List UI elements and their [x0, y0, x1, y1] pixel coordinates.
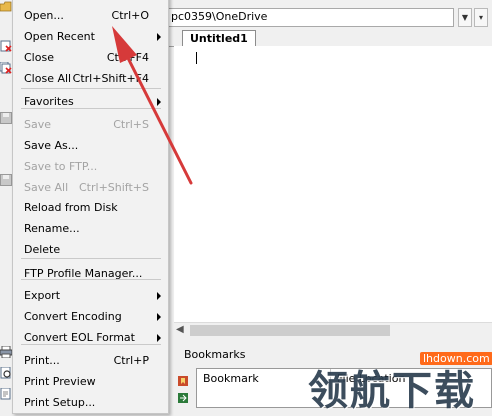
menu-item-label: Save All: [24, 181, 69, 194]
menu-item-favorites[interactable]: Favorites: [13, 93, 168, 112]
menu-item-label: Rename...: [24, 222, 80, 235]
menu-item-convert-eol-format[interactable]: Convert EOL Format: [13, 329, 168, 348]
scrollbar-thumb[interactable]: [190, 325, 390, 336]
watermark: 领航下载 lhdown.com: [306, 352, 492, 414]
menu-item-rename[interactable]: Rename...: [13, 220, 168, 239]
menu-item-label: Delete: [24, 243, 61, 256]
watermark-text: 领航下载: [308, 368, 476, 414]
path-input[interactable]: pc0359\OneDrive: [166, 8, 454, 27]
open-folder-icon[interactable]: [0, 0, 12, 12]
close-all-icon[interactable]: [0, 62, 12, 74]
menu-item-save-as[interactable]: Save As...: [13, 137, 168, 156]
print-setup-icon[interactable]: [0, 388, 12, 400]
menu-item-ftp-profile-manager[interactable]: FTP Profile Manager...: [13, 265, 168, 284]
watermark-url: lhdown.com: [420, 352, 492, 365]
horizontal-scrollbar[interactable]: ◀: [174, 322, 492, 339]
menu-item-label: Print Setup...: [24, 396, 96, 409]
scroll-left-icon[interactable]: ◀: [176, 324, 184, 335]
menu-item-label: Favorites: [24, 95, 74, 108]
submenu-arrow-icon: [157, 334, 161, 342]
menu-item-shortcut: Ctrl+O: [111, 9, 149, 22]
save-all-icon[interactable]: [0, 174, 12, 186]
menu-item-label: Open Recent: [24, 30, 95, 43]
menu-item-shortcut: Ctrl+P: [113, 354, 149, 367]
menu-item-print-setup[interactable]: Print Setup...: [13, 394, 168, 413]
file-menu-dropdown: Open... Ctrl+O Open Recent Close Ctrl+F4 Clos…: [12, 0, 169, 414]
menu-separator: [21, 258, 161, 259]
menu-item-reload-from-disk[interactable]: Reload from Disk: [13, 199, 168, 218]
document-tab-strip: Untitled1: [166, 29, 492, 47]
print-preview-icon[interactable]: [0, 367, 12, 379]
menu-separator: [21, 279, 161, 280]
path-browse-button[interactable]: ▾: [474, 8, 488, 27]
submenu-arrow-icon: [157, 98, 161, 106]
menu-separator: [21, 344, 161, 345]
close-file-icon[interactable]: [0, 40, 12, 52]
menu-item-export[interactable]: Export: [13, 287, 168, 306]
submenu-arrow-icon: [157, 33, 161, 41]
menu-item-convert-encoding[interactable]: Convert Encoding: [13, 308, 168, 327]
menu-item-label: Save to FTP...: [24, 160, 98, 173]
menu-item-shortcut: Ctrl+F4: [106, 51, 149, 64]
menu-item-label: Convert Encoding: [24, 310, 122, 323]
bookmark-next-icon[interactable]: [178, 393, 188, 403]
menu-item-label: Open...: [24, 9, 64, 22]
menu-item-label: Print Preview: [24, 375, 96, 388]
menu-item-label: Close All: [24, 72, 72, 85]
menu-item-shortcut: Ctrl+S: [113, 118, 149, 131]
menu-item-label: Reload from Disk: [24, 201, 118, 214]
text-caret: [196, 52, 197, 64]
save-icon[interactable]: [0, 112, 12, 124]
print-icon[interactable]: [0, 346, 12, 358]
menu-item-label: Export: [24, 289, 61, 302]
menu-item-label: Save: [24, 118, 52, 131]
menu-separator: [21, 88, 161, 89]
menu-item-close[interactable]: Close Ctrl+F4: [13, 49, 168, 68]
menu-item-label: Close: [24, 51, 54, 64]
menu-item-shortcut: Ctrl+Shift+S: [79, 181, 149, 194]
menu-item-print-preview[interactable]: Print Preview: [13, 373, 168, 392]
menu-item-open[interactable]: Open... Ctrl+O: [13, 7, 168, 26]
menu-item-save-all[interactable]: Save All Ctrl+Shift+S: [13, 179, 168, 198]
menu-item-save[interactable]: Save Ctrl+S: [13, 116, 168, 135]
bookmarks-panel-title: Bookmarks: [184, 348, 246, 361]
menu-item-open-recent[interactable]: Open Recent: [13, 28, 168, 47]
menu-item-save-to-ftp[interactable]: Save to FTP...: [13, 158, 168, 177]
submenu-arrow-icon: [157, 292, 161, 300]
menu-item-label: Print...: [24, 354, 60, 367]
menu-separator: [21, 108, 161, 109]
path-dropdown-button[interactable]: ▼: [458, 8, 472, 27]
menu-item-shortcut: Ctrl+Shift+F4: [72, 72, 149, 85]
menu-item-label: Convert EOL Format: [24, 331, 135, 344]
menu-item-label: Save As...: [24, 139, 79, 152]
tab-untitled1[interactable]: Untitled1: [182, 30, 256, 46]
menu-item-print[interactable]: Print... Ctrl+P: [13, 352, 168, 371]
submenu-arrow-icon: [157, 313, 161, 321]
editor-text-area[interactable]: [174, 46, 492, 322]
bookmark-toggle-icon[interactable]: [178, 376, 188, 386]
menu-item-close-all[interactable]: Close All Ctrl+Shift+F4: [13, 70, 168, 89]
